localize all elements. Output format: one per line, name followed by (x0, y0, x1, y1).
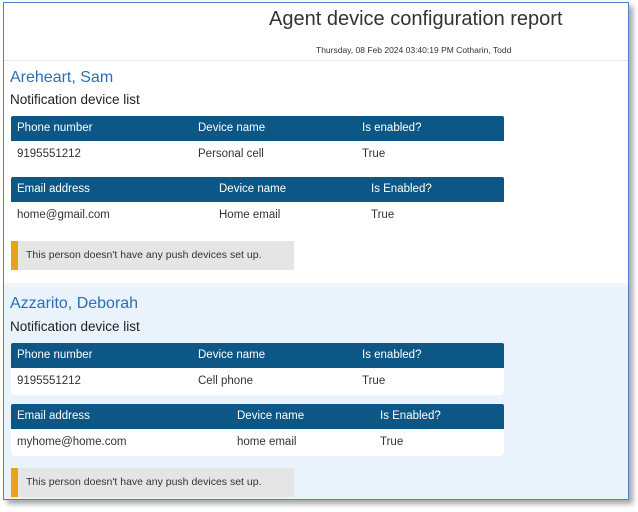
push-devices-notice: This person doesn't have any push device… (11, 241, 294, 270)
device-name-cell: Personal cell (198, 148, 264, 160)
table-header-row: Email address Device name Is Enabled? (11, 404, 504, 429)
table-row: home@gmail.com Home email True (11, 202, 504, 229)
report-meta: Thursday, 08 Feb 2024 03:40:19 PM Cothar… (316, 45, 512, 55)
phone-number-cell: 9195551212 (17, 148, 81, 160)
table-row: 9195551212 Personal cell True (11, 141, 504, 168)
column-header-phone-number: Phone number (17, 349, 93, 361)
column-header-is-enabled: Is Enabled? (371, 183, 432, 195)
device-name-cell: Cell phone (198, 375, 253, 387)
phone-number-cell: 9195551212 (17, 375, 81, 387)
agent-name: Areheart, Sam (10, 69, 114, 86)
column-header-email-address: Email address (17, 183, 90, 195)
notification-list-title: Notification device list (10, 319, 140, 334)
column-header-device-name: Device name (198, 122, 266, 134)
email-address-cell: home@gmail.com (17, 209, 110, 221)
column-header-device-name: Device name (219, 183, 287, 195)
column-header-email-address: Email address (17, 410, 90, 422)
notification-list-title: Notification device list (10, 92, 140, 107)
table-header-row: Phone number Device name Is enabled? (11, 116, 504, 141)
table-row: 9195551212 Cell phone True (11, 368, 504, 395)
email-device-table: Email address Device name Is Enabled? ho… (11, 177, 504, 229)
table-header-row: Email address Device name Is Enabled? (11, 177, 504, 202)
is-enabled-cell: True (362, 375, 386, 387)
report-title: Agent device configuration report (269, 8, 563, 30)
column-header-is-enabled: Is Enabled? (380, 410, 441, 422)
is-enabled-cell: True (380, 436, 404, 448)
device-name-cell: home email (237, 436, 297, 448)
email-device-table: Email address Device name Is Enabled? my… (11, 404, 504, 456)
agent-name: Azzarito, Deborah (10, 295, 139, 312)
device-name-cell: Home email (219, 209, 281, 221)
table-header-row: Phone number Device name Is enabled? (11, 343, 504, 368)
email-address-cell: myhome@home.com (17, 436, 127, 448)
agent-section: Azzarito, Deborah Notification device li… (4, 287, 628, 499)
push-devices-notice: This person doesn't have any push device… (11, 468, 294, 497)
phone-device-table: Phone number Device name Is enabled? 919… (11, 116, 504, 168)
column-header-is-enabled: Is enabled? (362, 122, 422, 134)
report-window: Agent device configuration report Thursd… (3, 2, 629, 500)
column-header-device-name: Device name (237, 410, 305, 422)
is-enabled-cell: True (371, 209, 395, 221)
column-header-device-name: Device name (198, 349, 266, 361)
column-header-is-enabled: Is enabled? (362, 349, 422, 361)
table-row: myhome@home.com home email True (11, 429, 504, 456)
is-enabled-cell: True (362, 148, 386, 160)
agent-section: Areheart, Sam Notification device list P… (4, 61, 628, 283)
column-header-phone-number: Phone number (17, 122, 93, 134)
phone-device-table: Phone number Device name Is enabled? 919… (11, 343, 504, 395)
